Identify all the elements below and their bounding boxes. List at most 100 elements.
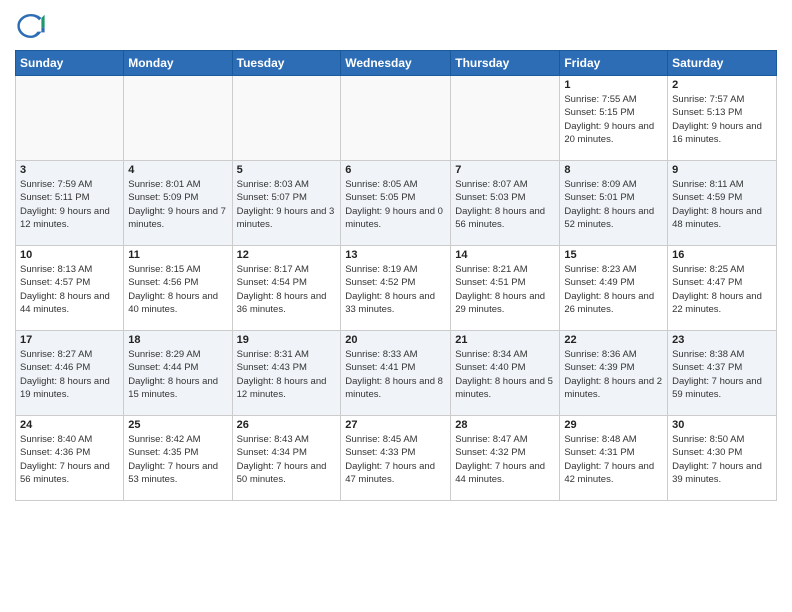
calendar-table: SundayMondayTuesdayWednesdayThursdayFrid… (15, 50, 777, 501)
calendar-cell: 19Sunrise: 8:31 AM Sunset: 4:43 PM Dayli… (232, 331, 341, 416)
calendar-cell: 4 Sunrise: 8:01 AM Sunset: 5:09 PM Daylig… (124, 161, 232, 246)
day-info: Sunrise: 8:34 AM Sunset: 4:40 PM Dayligh… (455, 348, 555, 401)
calendar-week: 1 Sunrise: 7:55 AM Sunset: 5:15 PM Daylig… (16, 76, 777, 161)
day-number: 22 (564, 334, 663, 346)
day-number: 17 (20, 334, 119, 346)
day-number: 6 (345, 164, 446, 176)
calendar-cell: 15 Sunrise: 8:23 AM Sunset: 4:49 PM Dayli… (560, 246, 668, 331)
day-number: 5 (237, 164, 337, 176)
day-info: Sunrise: 8:36 AM Sunset: 4:39 PM Dayligh… (564, 348, 663, 401)
calendar-cell: 6 Sunrise: 8:05 AM Sunset: 5:05 PM Daylig… (341, 161, 451, 246)
calendar-cell: 11Sunrise: 8:15 AM Sunset: 4:56 PM Dayli… (124, 246, 232, 331)
calendar-cell: 24 Sunrise: 8:40 AM Sunset: 4:36 PM Dayli… (16, 416, 124, 501)
calendar-cell: 3 Sunrise: 7:59 AM Sunset: 5:11 PM Daylig… (16, 161, 124, 246)
day-info: Sunrise: 8:42 AM Sunset: 4:35 PM Dayligh… (128, 433, 227, 486)
calendar-cell: 16Sunrise: 8:25 AM Sunset: 4:47 PM Dayli… (668, 246, 777, 331)
day-number: 13 (345, 249, 446, 261)
day-info: Sunrise: 8:40 AM Sunset: 4:36 PM Dayligh… (20, 433, 119, 486)
day-number: 12 (237, 249, 337, 261)
day-info: Sunrise: 8:13 AM Sunset: 4:57 PM Dayligh… (20, 263, 119, 316)
day-info: Sunrise: 7:55 AM Sunset: 5:15 PM Dayligh… (564, 93, 663, 146)
calendar-week: 24 Sunrise: 8:40 AM Sunset: 4:36 PM Dayli… (16, 416, 777, 501)
weekday-header: Thursday (451, 51, 560, 76)
day-number: 30 (672, 419, 772, 431)
day-number: 27 (345, 419, 446, 431)
day-info: Sunrise: 8:48 AM Sunset: 4:31 PM Dayligh… (564, 433, 663, 486)
day-info: Sunrise: 8:01 AM Sunset: 5:09 PM Dayligh… (128, 178, 227, 231)
calendar-cell: 5 Sunrise: 8:03 AM Sunset: 5:07 PM Daylig… (232, 161, 341, 246)
calendar-cell: 28Sunrise: 8:47 AM Sunset: 4:32 PM Dayli… (451, 416, 560, 501)
day-info: Sunrise: 8:33 AM Sunset: 4:41 PM Dayligh… (345, 348, 446, 401)
day-info: Sunrise: 8:23 AM Sunset: 4:49 PM Dayligh… (564, 263, 663, 316)
day-info: Sunrise: 7:59 AM Sunset: 5:11 PM Dayligh… (20, 178, 119, 231)
day-number: 4 (128, 164, 227, 176)
day-number: 9 (672, 164, 772, 176)
calendar-week: 3 Sunrise: 7:59 AM Sunset: 5:11 PM Daylig… (16, 161, 777, 246)
calendar-cell: 22 Sunrise: 8:36 AM Sunset: 4:39 PM Dayli… (560, 331, 668, 416)
calendar-cell: 10 Sunrise: 8:13 AM Sunset: 4:57 PM Dayli… (16, 246, 124, 331)
calendar-cell (451, 76, 560, 161)
calendar-cell: 29 Sunrise: 8:48 AM Sunset: 4:31 PM Dayli… (560, 416, 668, 501)
day-number: 3 (20, 164, 119, 176)
day-number: 2 (672, 79, 772, 91)
day-info: Sunrise: 8:19 AM Sunset: 4:52 PM Dayligh… (345, 263, 446, 316)
calendar-body: 1 Sunrise: 7:55 AM Sunset: 5:15 PM Daylig… (16, 76, 777, 501)
day-number: 25 (128, 419, 227, 431)
calendar-cell: 27 Sunrise: 8:45 AM Sunset: 4:33 PM Dayli… (341, 416, 451, 501)
day-info: Sunrise: 8:50 AM Sunset: 4:30 PM Dayligh… (672, 433, 772, 486)
calendar-cell: 18 Sunrise: 8:29 AM Sunset: 4:44 PM Dayli… (124, 331, 232, 416)
calendar-cell: 14Sunrise: 8:21 AM Sunset: 4:51 PM Dayli… (451, 246, 560, 331)
day-number: 20 (345, 334, 446, 346)
calendar-week: 17 Sunrise: 8:27 AM Sunset: 4:46 PM Dayli… (16, 331, 777, 416)
day-number: 24 (20, 419, 119, 431)
day-number: 26 (237, 419, 337, 431)
day-number: 16 (672, 249, 772, 261)
calendar-header: SundayMondayTuesdayWednesdayThursdayFrid… (16, 51, 777, 76)
day-info: Sunrise: 8:05 AM Sunset: 5:05 PM Dayligh… (345, 178, 446, 231)
calendar-cell: 9 Sunrise: 8:11 AM Sunset: 4:59 PM Daylig… (668, 161, 777, 246)
day-info: Sunrise: 8:07 AM Sunset: 5:03 PM Dayligh… (455, 178, 555, 231)
day-info: Sunrise: 8:15 AM Sunset: 4:56 PM Dayligh… (128, 263, 227, 316)
calendar-cell: 30 Sunrise: 8:50 AM Sunset: 4:30 PM Dayli… (668, 416, 777, 501)
calendar-cell: 17 Sunrise: 8:27 AM Sunset: 4:46 PM Dayli… (16, 331, 124, 416)
header (15, 10, 777, 42)
weekday-header: Tuesday (232, 51, 341, 76)
day-info: Sunrise: 8:27 AM Sunset: 4:46 PM Dayligh… (20, 348, 119, 401)
weekday-header: Friday (560, 51, 668, 76)
weekday-header: Monday (124, 51, 232, 76)
calendar-cell: 2Sunrise: 7:57 AM Sunset: 5:13 PM Daylig… (668, 76, 777, 161)
calendar-cell (16, 76, 124, 161)
day-number: 14 (455, 249, 555, 261)
calendar-cell: 12 Sunrise: 8:17 AM Sunset: 4:54 PM Dayli… (232, 246, 341, 331)
day-info: Sunrise: 8:11 AM Sunset: 4:59 PM Dayligh… (672, 178, 772, 231)
day-number: 8 (564, 164, 663, 176)
day-info: Sunrise: 8:45 AM Sunset: 4:33 PM Dayligh… (345, 433, 446, 486)
day-info: Sunrise: 8:09 AM Sunset: 5:01 PM Dayligh… (564, 178, 663, 231)
calendar-week: 10 Sunrise: 8:13 AM Sunset: 4:57 PM Dayli… (16, 246, 777, 331)
day-number: 15 (564, 249, 663, 261)
calendar-cell: 26Sunrise: 8:43 AM Sunset: 4:34 PM Dayli… (232, 416, 341, 501)
day-info: Sunrise: 8:29 AM Sunset: 4:44 PM Dayligh… (128, 348, 227, 401)
weekday-row: SundayMondayTuesdayWednesdayThursdayFrid… (16, 51, 777, 76)
calendar-cell (341, 76, 451, 161)
day-info: Sunrise: 8:03 AM Sunset: 5:07 PM Dayligh… (237, 178, 337, 231)
weekday-header: Saturday (668, 51, 777, 76)
day-number: 10 (20, 249, 119, 261)
weekday-header: Wednesday (341, 51, 451, 76)
calendar-cell: 23 Sunrise: 8:38 AM Sunset: 4:37 PM Dayli… (668, 331, 777, 416)
logo (15, 10, 51, 42)
day-number: 1 (564, 79, 663, 91)
calendar-cell (232, 76, 341, 161)
day-info: Sunrise: 8:47 AM Sunset: 4:32 PM Dayligh… (455, 433, 555, 486)
weekday-header: Sunday (16, 51, 124, 76)
calendar-cell: 25 Sunrise: 8:42 AM Sunset: 4:35 PM Dayli… (124, 416, 232, 501)
day-number: 23 (672, 334, 772, 346)
day-number: 29 (564, 419, 663, 431)
calendar-cell: 20 Sunrise: 8:33 AM Sunset: 4:41 PM Dayli… (341, 331, 451, 416)
calendar-cell: 7Sunrise: 8:07 AM Sunset: 5:03 PM Daylig… (451, 161, 560, 246)
calendar-container: SundayMondayTuesdayWednesdayThursdayFrid… (0, 0, 792, 506)
day-info: Sunrise: 8:17 AM Sunset: 4:54 PM Dayligh… (237, 263, 337, 316)
calendar-cell (124, 76, 232, 161)
day-number: 18 (128, 334, 227, 346)
day-info: Sunrise: 8:38 AM Sunset: 4:37 PM Dayligh… (672, 348, 772, 401)
